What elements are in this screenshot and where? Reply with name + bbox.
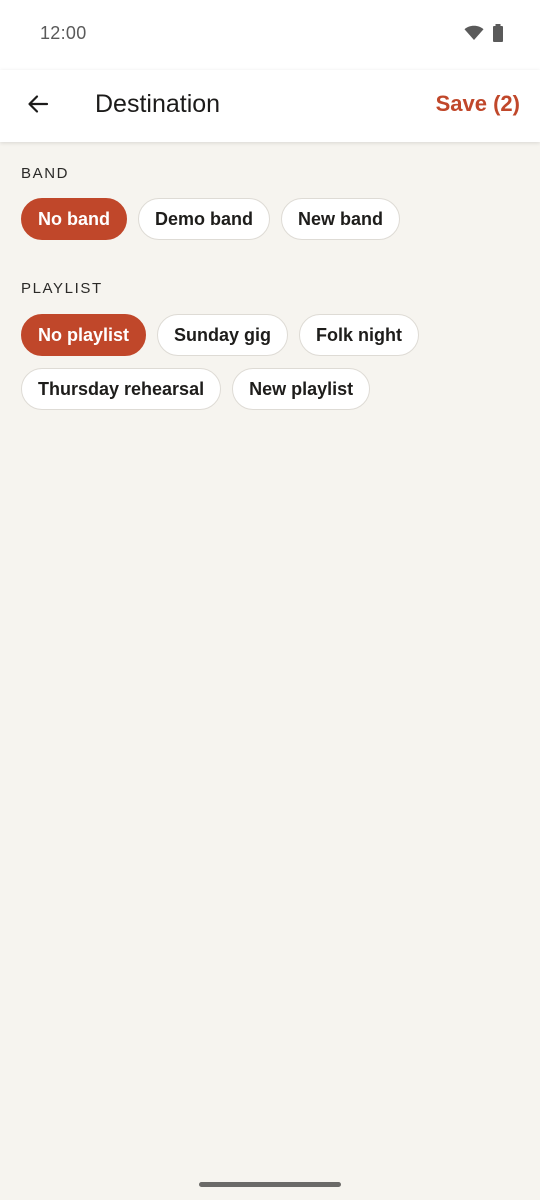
status-time: 12:00 bbox=[40, 23, 87, 43]
band-section-label: BAND bbox=[21, 165, 70, 182]
playlist-chip-row-1: No playlist Sunday gig Folk night bbox=[21, 314, 420, 356]
back-button[interactable] bbox=[16, 84, 60, 128]
playlist-section-label: PLAYLIST bbox=[21, 280, 103, 297]
app-bar: Destination Save (2) bbox=[0, 70, 540, 142]
band-chip-new-band[interactable]: New band bbox=[281, 198, 401, 240]
band-chip-no-band[interactable]: No band bbox=[21, 198, 127, 240]
playlist-chip-no-playlist[interactable]: No playlist bbox=[21, 314, 147, 356]
playlist-chip-new-playlist[interactable]: New playlist bbox=[232, 368, 371, 410]
save-button[interactable]: Save (2) bbox=[436, 91, 520, 117]
playlist-chip-row-2: Thursday rehearsal New playlist bbox=[21, 368, 371, 410]
home-indicator[interactable] bbox=[199, 1182, 341, 1187]
band-chip-demo-band[interactable]: Demo band bbox=[138, 198, 271, 240]
playlist-chip-folk-night[interactable]: Folk night bbox=[299, 314, 420, 356]
page-title: Destination bbox=[95, 90, 221, 118]
playlist-chip-sunday-gig[interactable]: Sunday gig bbox=[157, 314, 289, 356]
status-icons bbox=[464, 24, 504, 47]
status-bar: 12:00 bbox=[0, 0, 540, 70]
arrow-left-icon bbox=[26, 92, 50, 121]
band-chip-row: No band Demo band New band bbox=[21, 198, 401, 240]
wifi-icon bbox=[464, 25, 484, 46]
playlist-chip-thursday-rehearsal[interactable]: Thursday rehearsal bbox=[21, 368, 222, 410]
battery-icon bbox=[492, 24, 504, 47]
